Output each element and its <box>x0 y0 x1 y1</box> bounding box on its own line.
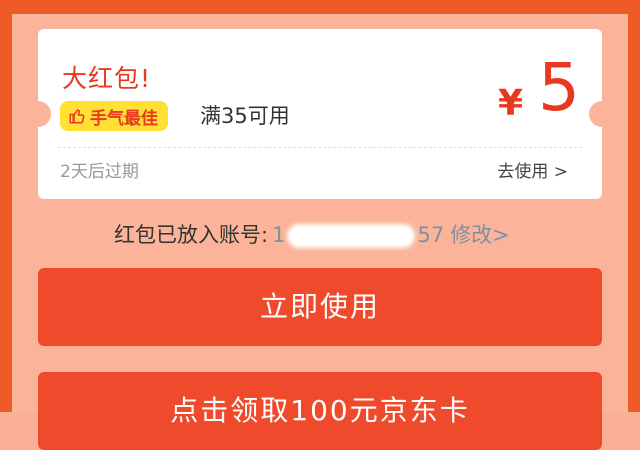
account-line: 红包已放入账号: 1 57 修改> <box>114 220 510 250</box>
badge-label: 手气最佳 <box>90 108 158 129</box>
left-frame <box>0 0 12 412</box>
best-luck-badge: 手气最佳 <box>60 101 168 131</box>
usage-condition: 满35可用 <box>200 104 290 128</box>
coupon-notch-right <box>589 101 615 127</box>
thumbs-up-icon <box>69 109 85 124</box>
account-label: 红包已放入账号: <box>114 223 269 247</box>
red-packet-coupon: 大红包! 手气最佳 满35可用 ¥ 5 2天后过期 去使用 > <box>25 29 615 199</box>
account-number-end: 57 <box>417 223 445 247</box>
coupon-notch-left <box>25 101 51 127</box>
use-now-button[interactable]: 立即使用 <box>38 268 602 346</box>
right-frame <box>628 0 640 412</box>
coupon-amount: 5 <box>538 49 580 126</box>
currency-symbol: ¥ <box>498 83 524 124</box>
coupon-divider <box>58 147 582 148</box>
claim-jd-card-button[interactable]: 点击领取100元京东卡 <box>38 372 602 450</box>
account-number-blur <box>287 224 416 248</box>
top-frame <box>0 0 640 14</box>
use-coupon-link[interactable]: 去使用 > <box>497 157 568 182</box>
edit-account-link[interactable]: 修改> <box>450 223 510 247</box>
account-number-start: 1 <box>272 223 286 247</box>
expiry-text: 2天后过期 <box>60 162 139 182</box>
coupon-title: 大红包! <box>62 64 152 93</box>
